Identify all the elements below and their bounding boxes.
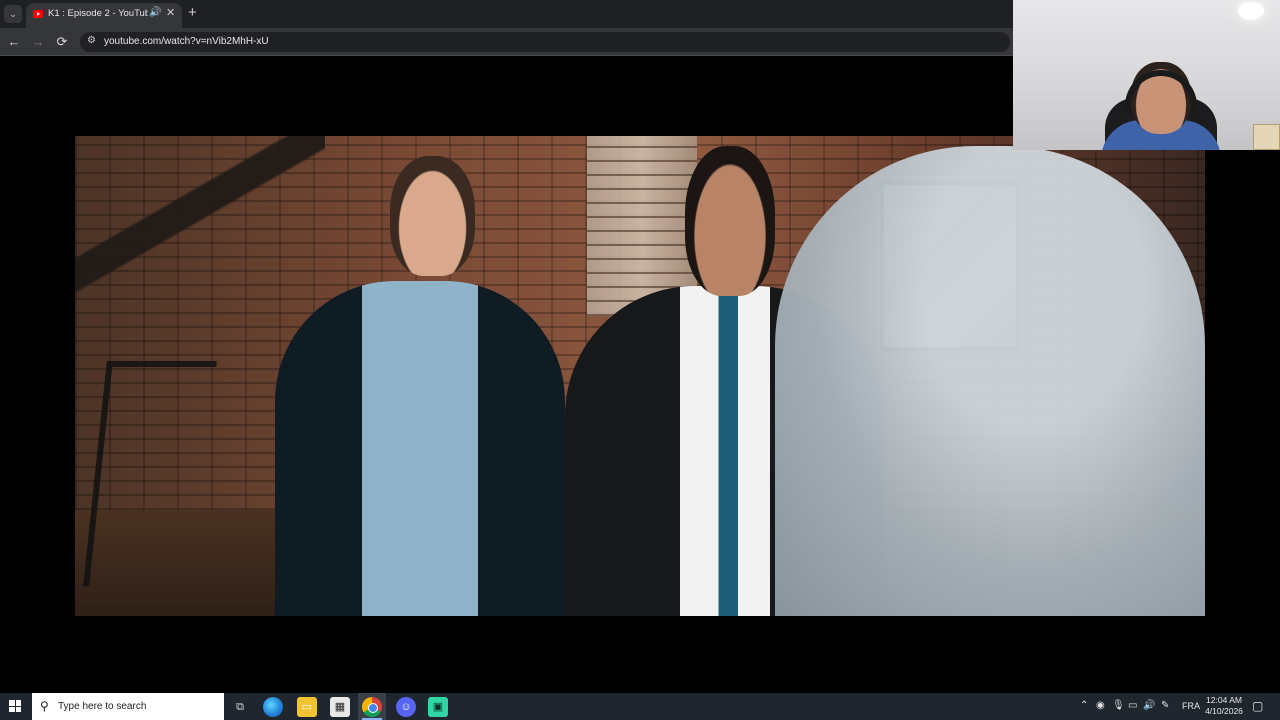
- windows-taskbar: ⚲ Type here to search ⧉ ▭ ▦ ☺ ▣ ⌃ ◉ 🎙 ▭ …: [0, 693, 1280, 720]
- task-view-icon[interactable]: ⧉: [230, 697, 250, 717]
- store-icon[interactable]: ▦: [330, 697, 350, 717]
- site-info-tune-icon[interactable]: ⚙: [87, 35, 96, 46]
- network-icon[interactable]: ▭: [1128, 700, 1137, 711]
- browser-tab-bar: ⌄ K1 : Episode 2 - YouTube 🔊 ✕ +: [0, 0, 1013, 28]
- discord-icon[interactable]: ☺: [396, 697, 416, 717]
- new-tab-button[interactable]: +: [188, 4, 197, 21]
- camera-icon[interactable]: ◉: [1096, 700, 1105, 711]
- file-explorer-icon[interactable]: ▭: [297, 697, 317, 717]
- tab-search-chevron-icon[interactable]: ⌄: [4, 5, 22, 23]
- video-player[interactable]: [75, 136, 1205, 616]
- staircase: [75, 136, 325, 336]
- search-placeholder[interactable]: Type here to search: [58, 701, 146, 712]
- clock-time: 12:04 AM: [1206, 695, 1242, 705]
- search-icon: ⚲: [40, 699, 49, 713]
- ceiling-light: [1238, 2, 1264, 20]
- address-url[interactable]: youtube.com/watch?v=nVib2MhH-xU: [104, 36, 269, 47]
- youtube-favicon-icon: [33, 10, 43, 18]
- clock[interactable]: 12:04 AM 4/10/2026: [1202, 695, 1246, 717]
- protective-suit-figure: [775, 146, 1205, 616]
- chrome-icon[interactable]: [362, 697, 382, 717]
- address-bar[interactable]: ⚙ youtube.com/watch?v=nVib2MhH-xU: [80, 32, 1010, 52]
- close-icon[interactable]: ✕: [166, 6, 175, 19]
- windows-start-icon[interactable]: [9, 700, 21, 712]
- app-icon[interactable]: ▣: [428, 697, 448, 717]
- woman-figure-body: [275, 281, 565, 616]
- language-indicator[interactable]: FRA: [1182, 701, 1200, 711]
- edge-icon[interactable]: [263, 697, 283, 717]
- wall-frame: [1253, 124, 1280, 150]
- woman-figure-head: [390, 156, 475, 276]
- browser-toolbar: ← → ⟳ ⚙ youtube.com/watch?v=nVib2MhH-xU: [0, 28, 1013, 56]
- speaker-icon[interactable]: 🔊: [149, 7, 161, 18]
- tab-title: K1 : Episode 2 - YouTube: [48, 8, 148, 19]
- pen-icon[interactable]: ✎: [1161, 700, 1169, 711]
- webcam-overlay: [1013, 0, 1280, 150]
- forward-arrow-icon[interactable]: →: [29, 33, 47, 51]
- reload-icon[interactable]: ⟳: [53, 33, 71, 51]
- back-arrow-icon[interactable]: ←: [5, 33, 23, 51]
- tab-youtube[interactable]: K1 : Episode 2 - YouTube 🔊 ✕: [26, 3, 182, 28]
- taskbar-search[interactable]: ⚲ Type here to search: [32, 693, 224, 720]
- clock-date: 4/10/2026: [1205, 706, 1243, 716]
- notification-icon[interactable]: ▢: [1252, 699, 1263, 713]
- man-figure-head: [685, 146, 775, 296]
- chevron-up-icon[interactable]: ⌃: [1080, 700, 1088, 711]
- volume-icon[interactable]: 🔊: [1143, 700, 1155, 711]
- microphone-icon[interactable]: 🎙: [1112, 700, 1125, 711]
